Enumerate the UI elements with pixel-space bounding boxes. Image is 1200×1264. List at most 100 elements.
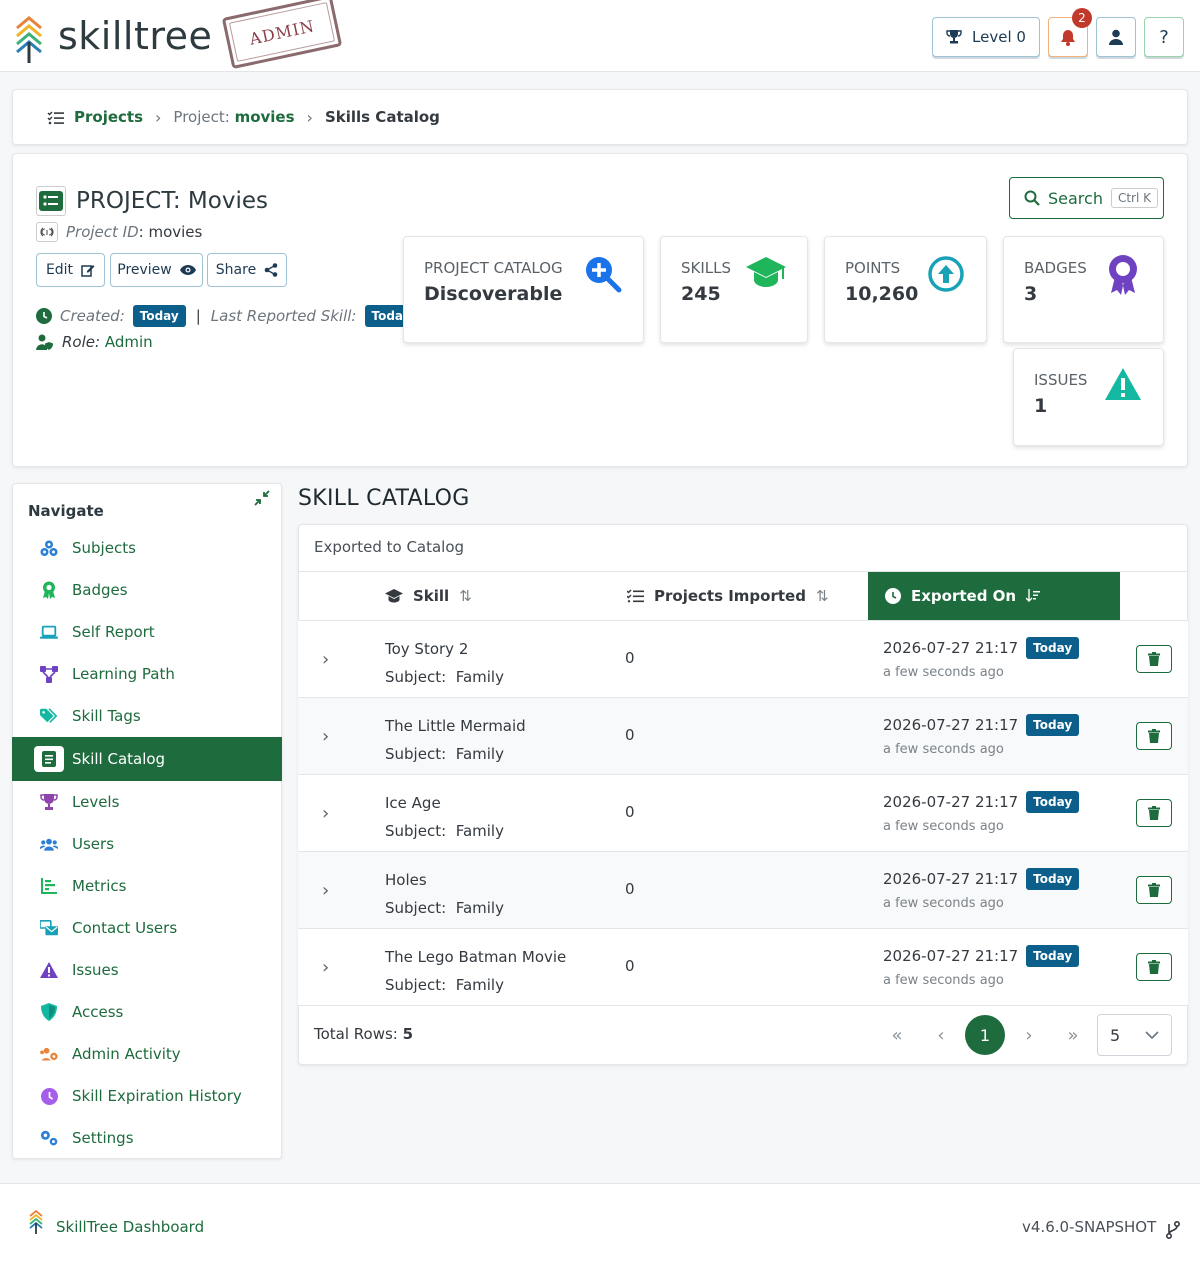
sort-icon: ⇅: [459, 587, 472, 605]
fingerprint-icon: [36, 222, 58, 242]
sidebar-item-label: Levels: [72, 793, 120, 811]
sidebar-item-issues[interactable]: Issues: [12, 949, 282, 991]
mail-bulk-icon: [40, 919, 58, 937]
sidebar-item-label: Contact Users: [72, 919, 178, 937]
next-page-icon[interactable]: ›: [1009, 1017, 1049, 1053]
delete-button[interactable]: [1136, 799, 1172, 827]
user-menu-button[interactable]: [1096, 17, 1136, 57]
exported-date: 2026-07-27 21:17: [883, 639, 1019, 657]
clock-icon: [36, 308, 52, 324]
skilltree-logo-icon: [28, 1209, 44, 1235]
sidebar-item-skill-catalog[interactable]: Skill Catalog: [12, 737, 282, 781]
stat-label: POINTS: [845, 259, 901, 277]
sidebar-item-self-report[interactable]: Self Report: [12, 611, 282, 653]
sidebar-item-badges[interactable]: Badges: [12, 569, 282, 611]
sidebar-item-access[interactable]: Access: [12, 991, 282, 1033]
footer-dashboard-link[interactable]: SkillTree Dashboard: [56, 1218, 204, 1236]
sidebar-item-admin-activity[interactable]: Admin Activity: [12, 1033, 282, 1075]
search-button[interactable]: Search Ctrl K: [1009, 177, 1164, 219]
relative-time: a few seconds ago: [883, 896, 1004, 911]
code-branch-icon[interactable]: [1166, 1221, 1180, 1239]
relative-time: a few seconds ago: [883, 742, 1004, 757]
projects-imported-count: 0: [625, 803, 635, 821]
rows-per-page-select[interactable]: 5: [1097, 1014, 1172, 1056]
arrow-up-circle-icon: [927, 255, 965, 293]
delete-button[interactable]: [1136, 876, 1172, 904]
expand-chevron-icon[interactable]: ›: [322, 649, 329, 670]
breadcrumb-project-link[interactable]: movies: [235, 108, 295, 126]
stat-value: 10,260: [845, 283, 919, 305]
sort-icon: ⇅: [815, 587, 829, 605]
column-header-exported-on[interactable]: Exported On: [868, 572, 1120, 620]
total-rows: Total Rows: 5: [314, 1025, 413, 1043]
breadcrumb-projects-link[interactable]: Projects: [74, 108, 143, 126]
expand-chevron-icon[interactable]: ›: [322, 957, 329, 978]
today-badge: Today: [1026, 791, 1080, 813]
expand-chevron-icon[interactable]: ›: [322, 803, 329, 824]
created-badge: Today: [132, 305, 186, 327]
share-label: Share: [215, 262, 257, 278]
sidebar-item-metrics[interactable]: Metrics: [12, 865, 282, 907]
level-button[interactable]: Level 0: [932, 17, 1040, 57]
column-header-skill[interactable]: Skill ⇅: [385, 572, 472, 620]
project-id-line: Project ID: movies: [36, 222, 202, 242]
sidebar-item-skill-expiration-history[interactable]: Skill Expiration History: [12, 1075, 282, 1117]
sidebar-item-settings[interactable]: Settings: [12, 1117, 282, 1159]
project-id-value: : movies: [138, 223, 203, 241]
network-icon: [40, 665, 58, 683]
sidebar-item-contact-users[interactable]: Contact Users: [12, 907, 282, 949]
exported-date: 2026-07-27 21:17: [883, 793, 1019, 811]
skilltree-logo-icon[interactable]: [14, 14, 44, 64]
expand-chevron-icon[interactable]: ›: [322, 880, 329, 901]
bell-icon: [1060, 29, 1076, 46]
sidebar-item-subjects[interactable]: Subjects: [12, 527, 282, 569]
column-header-projects-imported[interactable]: Projects Imported ⇅: [627, 572, 829, 620]
sidebar-item-label: Issues: [72, 961, 119, 979]
collapse-sidebar-icon[interactable]: [254, 490, 270, 506]
prev-page-icon[interactable]: ‹: [921, 1017, 961, 1053]
award-icon: [1104, 253, 1142, 295]
chart-icon: [40, 877, 58, 895]
sidebar-item-label: Admin Activity: [72, 1045, 181, 1063]
trash-icon: [1148, 960, 1160, 974]
created-label: Created:: [60, 307, 125, 325]
table-row: › The Little Mermaid Subject: Family 0 20…: [298, 698, 1188, 775]
delete-button[interactable]: [1136, 645, 1172, 673]
last-page-icon[interactable]: »: [1053, 1017, 1093, 1053]
notification-count-badge: 2: [1072, 8, 1092, 28]
table-row: › Toy Story 2 Subject: Family 0 2026-07-2…: [298, 621, 1188, 698]
sidebar-item-users[interactable]: Users: [12, 823, 282, 865]
delete-button[interactable]: [1136, 953, 1172, 981]
sidebar-item-label: Skill Expiration History: [72, 1087, 242, 1105]
warning-triangle-icon: [40, 961, 58, 979]
share-button[interactable]: Share: [207, 253, 287, 287]
project-id-label: Project ID: [66, 223, 139, 241]
award-icon: [40, 581, 58, 599]
projects-imported-count: 0: [625, 957, 635, 975]
first-page-icon[interactable]: «: [877, 1017, 917, 1053]
sidebar-item-skill-tags[interactable]: Skill Tags: [12, 695, 282, 737]
subject-label: Subject:: [385, 668, 447, 686]
sidebar-item-label: Access: [72, 1003, 124, 1021]
laptop-icon: [40, 623, 58, 641]
column-label: Skill: [413, 587, 450, 605]
preview-button[interactable]: Preview: [110, 253, 203, 287]
column-label: Exported On: [911, 587, 1017, 605]
sidebar-item-levels[interactable]: Levels: [12, 781, 282, 823]
sidebar-item-learning-path[interactable]: Learning Path: [12, 653, 282, 695]
expand-chevron-icon[interactable]: ›: [322, 726, 329, 747]
brand-wordmark[interactable]: skilltree: [58, 14, 212, 58]
created-line: Created: Today | Last Reported Skill: To…: [36, 305, 418, 327]
edit-button[interactable]: Edit: [36, 253, 105, 287]
last-reported-label: Last Reported Skill:: [210, 307, 357, 325]
exported-date: 2026-07-27 21:17: [883, 947, 1019, 965]
delete-button[interactable]: [1136, 722, 1172, 750]
table-subtitle: Exported to Catalog: [314, 538, 465, 556]
shield-icon: [40, 1003, 58, 1021]
stat-card-points: POINTS 10,260: [824, 236, 987, 343]
cubes-icon: [40, 539, 58, 557]
sidebar-item-label: Metrics: [72, 877, 127, 895]
page-button-current[interactable]: 1: [965, 1015, 1005, 1055]
help-button[interactable]: ?: [1144, 17, 1184, 57]
trash-icon: [1148, 729, 1160, 743]
